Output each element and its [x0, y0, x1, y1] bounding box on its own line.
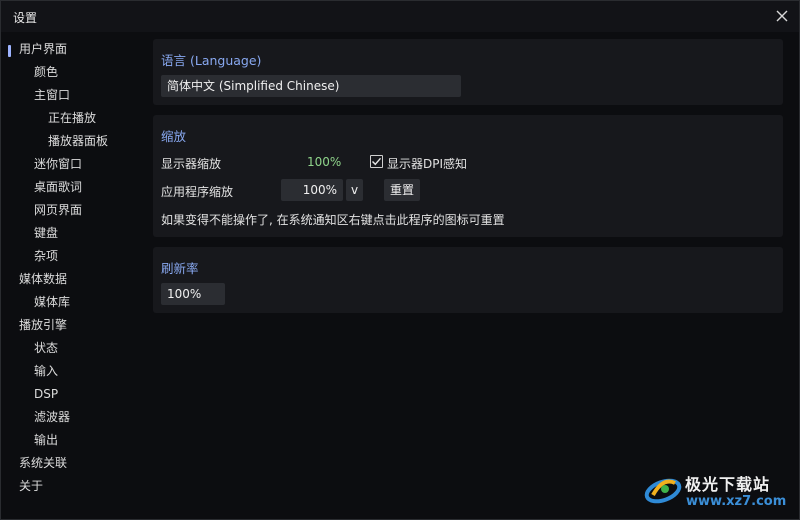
- language-panel-title: 语言 (Language): [161, 53, 262, 68]
- sidebar-item-now-playing[interactable]: 正在播放: [48, 108, 96, 128]
- sidebar-item-input[interactable]: 输入: [34, 361, 58, 381]
- sidebar-item-player-panel[interactable]: 播放器面板: [48, 131, 108, 151]
- display-scale-value: 100%: [307, 155, 342, 169]
- sidebar-item-user-interface[interactable]: 用户界面: [19, 39, 67, 59]
- scale-panel: 缩放 显示器缩放 100% 显示器DPI感知 应用程序缩放 100% v 重置 …: [153, 115, 783, 237]
- sidebar-item-about[interactable]: 关于: [19, 476, 43, 496]
- language-select[interactable]: 简体中文 (Simplified Chinese): [161, 75, 461, 97]
- dpi-aware-label[interactable]: 显示器DPI感知: [387, 155, 467, 172]
- settings-window: 设置 用户界面 颜色 主窗口 正在播放 播放器面板 迷你窗口 桌面歌词 网页界面…: [0, 0, 800, 520]
- sidebar-item-main-window[interactable]: 主窗口: [34, 85, 70, 105]
- display-scale-label: 显示器缩放: [161, 157, 222, 171]
- language-panel: 语言 (Language) 简体中文 (Simplified Chinese): [153, 39, 783, 105]
- app-scale-input[interactable]: 100%: [281, 179, 343, 201]
- title-bar: 设置: [1, 1, 799, 32]
- window-title: 设置: [13, 11, 38, 25]
- settings-sidebar: 用户界面 颜色 主窗口 正在播放 播放器面板 迷你窗口 桌面歌词 网页界面 键盘…: [1, 39, 141, 509]
- dpi-aware-checkbox[interactable]: [370, 155, 383, 168]
- refresh-rate-input[interactable]: 100%: [161, 283, 225, 305]
- check-icon: [372, 157, 382, 166]
- sidebar-item-desktop-lyrics[interactable]: 桌面歌词: [34, 177, 82, 197]
- close-icon[interactable]: [773, 7, 791, 25]
- site-watermark: 极光下载站 www.xz7.com: [641, 461, 796, 516]
- sidebar-item-status[interactable]: 状态: [34, 338, 58, 358]
- sidebar-item-playback-engine[interactable]: 播放引擎: [19, 315, 67, 335]
- sidebar-item-web-ui[interactable]: 网页界面: [34, 200, 82, 220]
- watermark-logo-icon: [644, 478, 682, 504]
- watermark-name: 极光下载站: [685, 475, 771, 494]
- reset-button[interactable]: 重置: [384, 179, 420, 201]
- sidebar-item-colors[interactable]: 颜色: [34, 62, 58, 82]
- sidebar-item-mini-window[interactable]: 迷你窗口: [34, 154, 82, 174]
- app-scale-dropdown-button[interactable]: v: [346, 179, 363, 201]
- refresh-panel: 刷新率 100%: [153, 247, 783, 313]
- sidebar-item-keyboard[interactable]: 键盘: [34, 223, 58, 243]
- scale-hint: 如果变得不能操作了, 在系统通知区右键点击此程序的图标可重置: [161, 213, 505, 227]
- sidebar-item-media-library[interactable]: 媒体库: [34, 292, 70, 312]
- sidebar-item-misc[interactable]: 杂项: [34, 246, 58, 266]
- app-scale-label: 应用程序缩放: [161, 185, 234, 199]
- scale-panel-title: 缩放: [161, 129, 187, 144]
- refresh-panel-title: 刷新率: [161, 261, 199, 276]
- sidebar-item-filters[interactable]: 滤波器: [34, 407, 70, 427]
- sidebar-item-media-data[interactable]: 媒体数据: [19, 269, 67, 289]
- sidebar-item-dsp[interactable]: DSP: [34, 384, 58, 404]
- sidebar-item-output[interactable]: 输出: [34, 430, 58, 450]
- sidebar-item-system-association[interactable]: 系统关联: [19, 453, 67, 473]
- watermark-url: www.xz7.com: [686, 494, 787, 509]
